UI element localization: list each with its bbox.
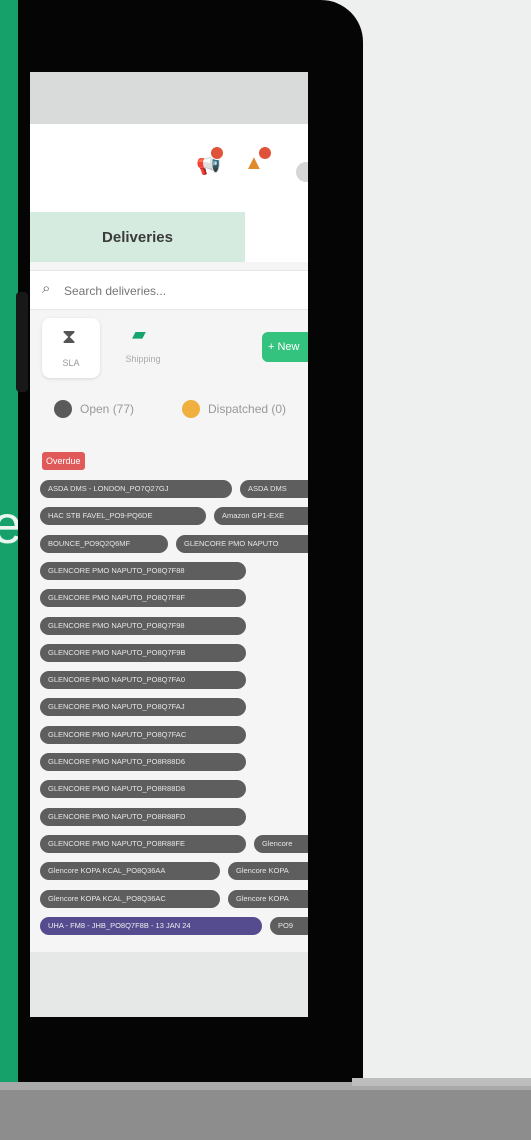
tab-deliveries[interactable]: Deliveries (30, 212, 245, 262)
new-delivery-button[interactable]: + New (262, 332, 308, 362)
delivery-chip[interactable]: UHA - FM8 - JHB_PO8Q7F8B - 13 JAN 24 (40, 917, 262, 935)
tab-secondary[interactable] (245, 212, 308, 262)
laptop-screen: 📢 ▲ Deliveries ⌕ ⧗ SLA ▰ Shipping + New … (30, 72, 308, 1017)
delivery-chip[interactable]: Amazon GP1-EXE (214, 507, 308, 525)
filter-shipping[interactable]: ▰ Shipping (114, 322, 172, 378)
tab-bar: Deliveries (30, 212, 308, 262)
delivery-chip[interactable]: Glencore KOPA (228, 890, 308, 908)
delivery-chip[interactable]: GLENCORE PMO NAPUTO (176, 535, 308, 553)
search-input[interactable] (62, 280, 296, 302)
delivery-chip[interactable]: Glencore KOPA KCAL_PO8Q36AA (40, 862, 220, 880)
delivery-chip[interactable]: Glencore KOPA KCAL_PO8Q36AC (40, 890, 220, 908)
delivery-chip[interactable]: ASDA DMS - LONDON_PO7Q27GJ (40, 480, 232, 498)
legend-open-swatch (54, 400, 72, 418)
delivery-chip[interactable]: GLENCORE PMO NAPUTO_PO8R88D6 (40, 753, 246, 771)
screen-footer (30, 952, 308, 1017)
truck-icon: ▰ (132, 324, 146, 344)
filter-sla-label: SLA (62, 358, 80, 368)
delivery-chip[interactable]: BOUNCE_PO9Q2Q6MF (40, 535, 168, 553)
browser-topbar (30, 72, 308, 124)
legend-open-label: Open (77) (80, 402, 135, 416)
laptop-side-knob (16, 292, 28, 392)
overdue-badge: Overdue (42, 452, 85, 470)
delivery-chip[interactable]: GLENCORE PMO NAPUTO_PO8R88D8 (40, 780, 246, 798)
legend-open[interactable]: Open (77) (54, 398, 134, 420)
legend-dispatched[interactable]: Dispatched (0) (182, 398, 286, 420)
delivery-chip[interactable]: GLENCORE PMO NAPUTO_PO8Q7F9B (40, 644, 246, 662)
delivery-chip[interactable]: GLENCORE PMO NAPUTO_PO8Q7F8F (40, 589, 246, 607)
notification-badge (210, 146, 224, 160)
delivery-chip[interactable]: GLENCORE PMO NAPUTO_PO8Q7F88 (40, 562, 246, 580)
hourglass-icon: ⧗ (62, 326, 77, 348)
search-icon: ⌕ (42, 280, 51, 297)
megaphone-icon[interactable]: 📢 (196, 146, 224, 176)
filter-sla[interactable]: ⧗ SLA (42, 318, 100, 378)
delivery-chip[interactable]: Glencore KOPA (228, 862, 308, 880)
filter-shipping-label: Shipping (125, 354, 161, 364)
delivery-chip[interactable]: GLENCORE PMO NAPUTO_PO8R88FD (40, 808, 246, 826)
search-bar: ⌕ (30, 270, 308, 310)
delivery-chip[interactable]: GLENCORE PMO NAPUTO_PO8Q7F98 (40, 617, 246, 635)
delivery-chip[interactable]: ASDA DMS (240, 480, 308, 498)
delivery-chip[interactable]: GLENCORE PMO NAPUTO_PO8Q7FAC (40, 726, 246, 744)
legend-dispatched-swatch (182, 400, 200, 418)
delivery-chip[interactable]: GLENCORE PMO NAPUTO_PO8Q7FAJ (40, 698, 246, 716)
warning-icon[interactable]: ▲ (244, 146, 272, 174)
alert-badge (258, 146, 272, 160)
delivery-chip[interactable]: HAC STB FAVEL_PO9-PQ6DE (40, 507, 206, 525)
delivery-chip[interactable]: GLENCORE PMO NAPUTO_PO8Q7FA0 (40, 671, 246, 689)
laptop-base-notch (352, 1078, 531, 1086)
delivery-chip[interactable]: Glencore (254, 835, 308, 853)
laptop-base (0, 1082, 531, 1140)
legend-dispatched-label: Dispatched (0) (208, 402, 287, 416)
delivery-chip[interactable]: GLENCORE PMO NAPUTO_PO8R88FE (40, 835, 246, 853)
delivery-chip[interactable]: PO9 (270, 917, 308, 935)
